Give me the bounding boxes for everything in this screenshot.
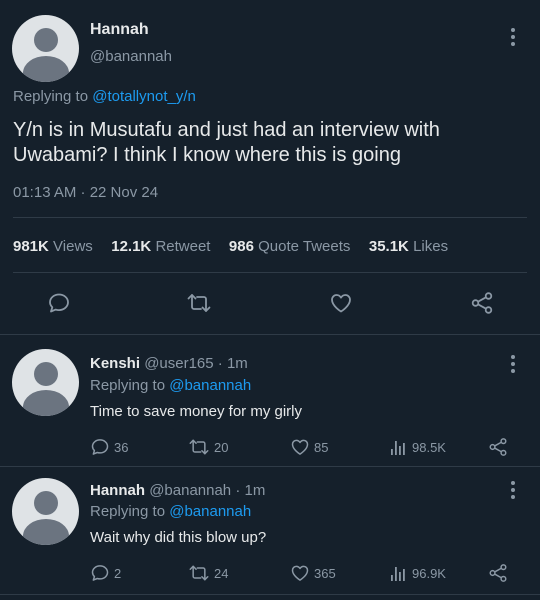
retweet-icon[interactable]: [186, 291, 212, 315]
quotes-count: 986: [228, 238, 254, 255]
views-count: 98.5K: [412, 439, 446, 455]
retweets-count: 12.1K: [111, 238, 152, 255]
reply-author-name[interactable]: Kenshi: [90, 355, 140, 372]
replying-prefix: Replying to: [90, 377, 170, 394]
reply-header: Kenshi @user165 · 1m: [90, 355, 248, 372]
likes-label: Likes: [413, 238, 449, 255]
author-name[interactable]: Hannah: [90, 21, 149, 39]
replying-to: Replying to @banannah: [90, 377, 251, 394]
reply-handle-time[interactable]: @banannah · 1m: [149, 482, 265, 499]
reply-author-name[interactable]: Hannah: [90, 482, 145, 499]
like-icon: [291, 565, 309, 581]
like-icon[interactable]: [329, 291, 353, 315]
views-count: 981K: [13, 238, 49, 255]
reply-text: Wait why did this blow up?: [90, 529, 267, 546]
tweet-timestamp[interactable]: 01:13 AM · 22 Nov 24: [13, 184, 158, 201]
like-icon: [291, 439, 309, 455]
replying-to-link[interactable]: @banannah: [169, 377, 251, 394]
divider: [0, 334, 540, 335]
share-icon[interactable]: [488, 563, 508, 583]
divider: [13, 217, 527, 218]
replying-to-link[interactable]: @banannah: [169, 503, 251, 520]
share-icon[interactable]: [470, 291, 494, 315]
reply-header: Hannah @banannah · 1m: [90, 482, 265, 499]
likes-count: 35.1K: [368, 238, 409, 255]
reply-icon: [91, 565, 109, 581]
reply-icon: [91, 439, 109, 455]
likes-stat[interactable]: 35.1K Likes: [369, 238, 448, 255]
share-icon[interactable]: [488, 437, 508, 457]
replying-to-link[interactable]: @totallynot_y/n: [92, 88, 196, 105]
views-label: Views: [53, 238, 93, 255]
replying-prefix: Replying to: [90, 503, 170, 520]
quotes-stat[interactable]: 986 Quote Tweets: [229, 238, 350, 255]
divider: [0, 466, 540, 467]
avatar[interactable]: [12, 349, 79, 416]
replying-to: Replying to @banannah: [90, 503, 251, 520]
reply-handle-time[interactable]: @user165 · 1m: [144, 355, 248, 372]
reply-count: 2: [114, 565, 122, 581]
reply-button[interactable]: 2: [90, 563, 121, 583]
retweet-count: 20: [214, 439, 229, 455]
quotes-label: Quote Tweets: [258, 238, 351, 255]
retweet-button[interactable]: 24: [188, 563, 228, 583]
divider: [0, 594, 540, 595]
tweet-text-line-1: Y/n is in Musutafu and just had an inter…: [13, 119, 440, 141]
reply-button[interactable]: 36: [90, 437, 128, 457]
views-icon: [391, 441, 405, 455]
tweet-text-line-2: Uwabami? I think I know where this is go…: [13, 144, 401, 166]
retweet-count: 24: [214, 565, 229, 581]
views-stat[interactable]: 981K Views: [13, 238, 93, 255]
replying-prefix: Replying to: [13, 88, 93, 105]
reply-icon[interactable]: [47, 291, 71, 315]
tweet-stats: 981K Views 12.1K Retweet 986 Quote Tweet…: [13, 238, 448, 256]
kebab-menu-icon[interactable]: [505, 353, 521, 375]
retweet-button[interactable]: 20: [188, 437, 228, 457]
retweets-stat[interactable]: 12.1K Retweet: [111, 238, 210, 255]
retweet-icon: [189, 565, 209, 581]
views-button[interactable]: 98.5K: [390, 437, 446, 457]
like-count: 85: [314, 439, 329, 455]
replying-to: Replying to @totallynot_y/n: [13, 88, 196, 105]
tweet-text: Y/n is in Musutafu and just had an inter…: [13, 118, 440, 168]
reply-count: 36: [114, 439, 129, 455]
retweet-icon: [189, 439, 209, 455]
views-button[interactable]: 96.9K: [390, 563, 446, 583]
retweets-label: Retweet: [155, 238, 211, 255]
like-button[interactable]: 85: [290, 437, 328, 457]
like-button[interactable]: 365: [290, 563, 336, 583]
avatar[interactable]: [12, 478, 79, 545]
views-icon: [391, 567, 405, 581]
like-count: 365: [314, 565, 336, 581]
reply-text: Time to save money for my girly: [90, 403, 302, 420]
author-handle[interactable]: @banannah: [90, 48, 172, 65]
avatar[interactable]: [12, 15, 79, 82]
kebab-menu-icon[interactable]: [505, 479, 521, 501]
divider: [13, 272, 527, 273]
views-count: 96.9K: [412, 565, 446, 581]
kebab-menu-icon[interactable]: [505, 26, 521, 48]
